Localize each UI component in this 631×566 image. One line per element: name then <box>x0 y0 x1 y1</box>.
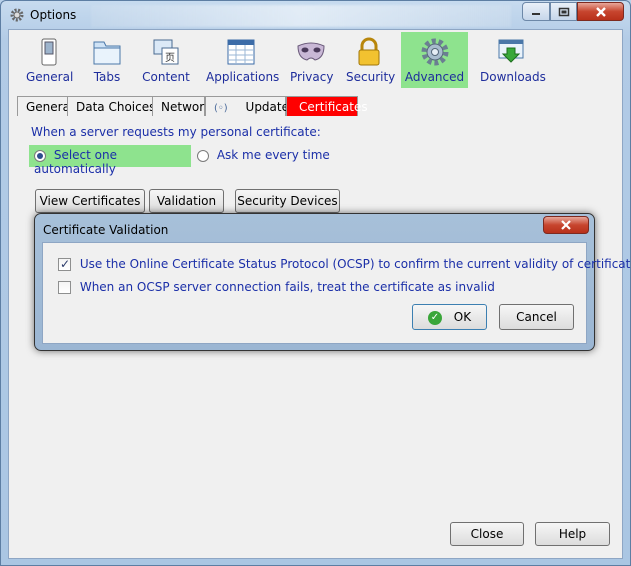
checkbox-indicator <box>58 281 71 294</box>
switch-icon <box>41 38 57 66</box>
toolbar-label: Tabs <box>93 70 121 84</box>
tab-label: Network <box>161 100 212 114</box>
privacy-mask-icon <box>297 42 325 61</box>
gear-icon <box>10 8 24 22</box>
category-toolbar: General Tabs 页 Content Applications Priv… <box>9 30 624 90</box>
security-devices-button[interactable]: Security Devices <box>235 189 340 213</box>
toolbar-label: Advanced <box>404 70 465 84</box>
background-window-blur <box>91 5 511 27</box>
downloads-icon <box>498 39 524 63</box>
close-window-button[interactable] <box>577 2 624 21</box>
toolbar-item-security[interactable]: Security <box>346 32 396 88</box>
certificate-request-label: When a server requests my personal certi… <box>31 125 321 139</box>
toolbar-item-advanced[interactable]: Advanced <box>401 32 468 88</box>
checkbox-indicator <box>58 257 71 271</box>
svg-text:页: 页 <box>165 52 175 64</box>
toolbar-item-downloads[interactable]: Downloads <box>480 32 546 88</box>
padlock-icon <box>358 37 380 66</box>
tab-label: Certificates <box>299 100 368 114</box>
ok-label: OK <box>453 310 472 324</box>
maximize-button[interactable] <box>550 2 577 21</box>
toolbar-label: Privacy <box>290 70 334 84</box>
dialog-close-button[interactable] <box>543 216 589 234</box>
cancel-button[interactable]: Cancel <box>499 304 574 330</box>
ocsp-fail-label: When an OCSP server connection fails, tr… <box>79 280 495 294</box>
ocsp-checkbox[interactable]: Use the Online Certificate Status Protoc… <box>58 257 631 271</box>
dialog-body: Use the Online Certificate Status Protoc… <box>42 242 631 344</box>
close-button[interactable]: Close <box>450 522 524 546</box>
title-bar: Options <box>1 1 630 29</box>
checkmark-icon: ✓ <box>427 310 442 325</box>
tab-update[interactable]: (◦) Update <box>205 96 289 116</box>
minimize-icon <box>532 12 540 15</box>
tab-label: Update <box>245 100 289 114</box>
tab-certificates[interactable]: Certificates <box>286 96 368 116</box>
radio-auto-label: Select one automatically <box>34 148 117 176</box>
tab-general[interactable]: General <box>17 96 73 116</box>
applications-icon <box>227 39 255 65</box>
toolbar-item-applications[interactable]: Applications <box>206 32 280 88</box>
toolbar-item-privacy[interactable]: Privacy <box>290 32 334 88</box>
tab-network[interactable]: Network <box>152 96 211 116</box>
content-icon: 页 <box>153 39 179 65</box>
maximize-icon <box>558 7 569 16</box>
help-button[interactable]: Help <box>535 522 610 546</box>
ocsp-fail-checkbox[interactable]: When an OCSP server connection fails, tr… <box>58 280 495 294</box>
close-icon <box>561 220 571 230</box>
minimize-button[interactable] <box>522 2 550 21</box>
radio-indicator <box>34 149 46 162</box>
toolbar-label: Downloads <box>480 70 546 84</box>
dialog-title: Certificate Validation <box>43 223 169 237</box>
radio-indicator <box>197 149 209 162</box>
radio-auto-select[interactable]: Select one automatically <box>29 145 191 176</box>
ok-button[interactable]: ✓ OK <box>412 304 487 330</box>
tab-label: Data Choices <box>76 100 156 114</box>
toolbar-item-tabs[interactable]: Tabs <box>89 32 125 88</box>
ocsp-label: Use the Online Certificate Status Protoc… <box>79 257 631 271</box>
close-icon <box>595 6 606 17</box>
toolbar-item-content[interactable]: 页 Content <box>142 32 190 88</box>
gear-icon <box>421 38 448 66</box>
window-title: Options <box>30 8 77 22</box>
toolbar-label: Applications <box>206 70 280 84</box>
validation-button[interactable]: Validation <box>149 189 224 213</box>
radio-ask-every-time[interactable]: Ask me every time <box>197 148 330 168</box>
toolbar-label: Security <box>346 70 396 84</box>
toolbar-label: General <box>26 70 74 84</box>
certificate-validation-dialog: Certificate Validation Use the Online Ce… <box>34 213 631 351</box>
view-certificates-button[interactable]: View Certificates <box>35 189 145 213</box>
wireless-icon: (◦) <box>214 103 228 114</box>
tab-data-choices[interactable]: Data Choices <box>67 96 156 116</box>
toolbar-item-general[interactable]: General <box>26 32 74 88</box>
certificates-panel: When a server requests my personal certi… <box>17 116 616 216</box>
radio-ask-label: Ask me every time <box>216 148 330 162</box>
tabs-icon <box>93 41 121 65</box>
toolbar-label: Content <box>142 70 190 84</box>
